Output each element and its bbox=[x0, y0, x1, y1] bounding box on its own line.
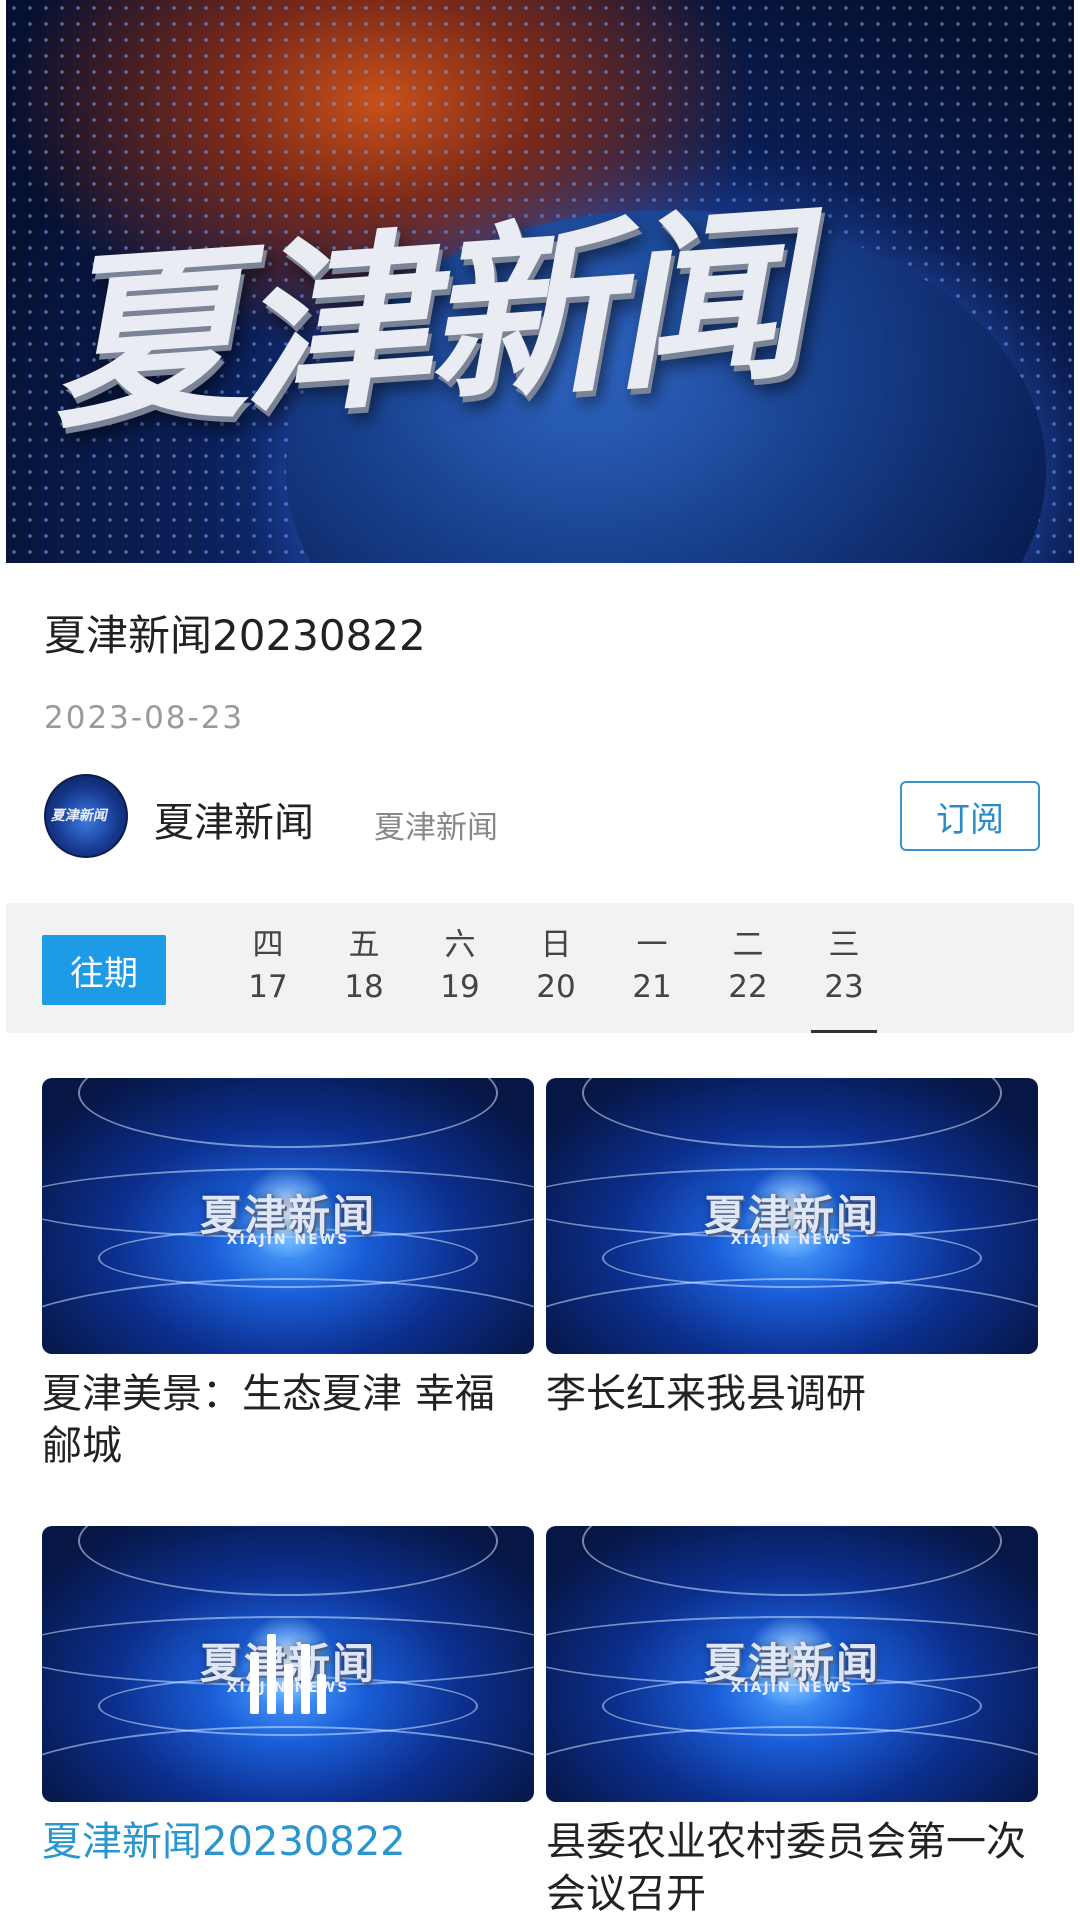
weekday-label: 六 bbox=[444, 927, 476, 963]
day-number: 20 bbox=[536, 969, 576, 1005]
card-title[interactable]: 夏津新闻20230822 bbox=[42, 1816, 534, 1868]
video-card-playing[interactable]: 夏津新闻 XIAJIN NEWS 夏津新闻20230822 bbox=[42, 1526, 534, 1868]
channel-subtitle: 夏津新闻 bbox=[374, 810, 498, 846]
thumb-ring bbox=[582, 1526, 1002, 1596]
hero-title-graphic: 夏津新闻 bbox=[47, 183, 835, 456]
date-item[interactable]: 六 19 bbox=[415, 925, 505, 1033]
date-item[interactable]: 一 21 bbox=[607, 925, 697, 1033]
day-number: 18 bbox=[344, 969, 384, 1005]
weekday-label: 三 bbox=[828, 927, 860, 963]
thumb-ring bbox=[582, 1078, 1002, 1148]
video-thumbnail[interactable]: 夏津新闻 XIAJIN NEWS bbox=[546, 1078, 1038, 1354]
weekday-label: 日 bbox=[540, 927, 572, 963]
video-thumbnail[interactable]: 夏津新闻 XIAJIN NEWS bbox=[42, 1526, 534, 1802]
video-card[interactable]: 夏津新闻 XIAJIN NEWS 李长红来我县调研 bbox=[546, 1078, 1038, 1420]
video-thumbnail[interactable]: 夏津新闻 XIAJIN NEWS bbox=[546, 1526, 1038, 1802]
thumb-logo-en: XIAJIN NEWS bbox=[226, 1232, 350, 1248]
channel-avatar[interactable]: 夏津新闻 bbox=[44, 774, 128, 858]
card-title[interactable]: 夏津美景：生态夏津 幸福鄃城 bbox=[42, 1368, 534, 1472]
thumb-ring bbox=[42, 1726, 534, 1802]
date-item-selected[interactable]: 三 23 bbox=[799, 925, 889, 1033]
card-title[interactable]: 李长红来我县调研 bbox=[546, 1368, 1038, 1420]
date-item[interactable]: 五 18 bbox=[319, 925, 409, 1033]
channel-row: 夏津新闻 夏津新闻 夏津新闻 订阅 bbox=[44, 770, 1040, 860]
card-title[interactable]: 县委农业农村委员会第一次会议召开 bbox=[546, 1816, 1038, 1920]
weekday-label: 四 bbox=[252, 927, 284, 963]
thumb-ring bbox=[546, 1726, 1038, 1802]
thumb-logo-en: XIAJIN NEWS bbox=[730, 1232, 854, 1248]
thumb-ring bbox=[78, 1078, 498, 1148]
video-card[interactable]: 夏津新闻 XIAJIN NEWS 县委农业农村委员会第一次会议召开 bbox=[546, 1526, 1038, 1920]
day-number: 23 bbox=[824, 969, 864, 1005]
day-number: 17 bbox=[248, 969, 288, 1005]
subscribe-button[interactable]: 订阅 bbox=[900, 781, 1040, 851]
weekday-label: 五 bbox=[348, 927, 380, 963]
thumb-ring bbox=[42, 1278, 534, 1354]
past-episodes-button[interactable]: 往期 bbox=[42, 935, 166, 1005]
video-card[interactable]: 夏津新闻 XIAJIN NEWS 夏津美景：生态夏津 幸福鄃城 bbox=[42, 1078, 534, 1472]
date-item[interactable]: 日 20 bbox=[511, 925, 601, 1033]
day-number: 22 bbox=[728, 969, 768, 1005]
video-title: 夏津新闻20230822 bbox=[44, 611, 426, 660]
date-strip: 往期 四 17 五 18 六 19 日 20 一 21 二 22 三 23 bbox=[6, 903, 1074, 1033]
weekday-label: 一 bbox=[636, 927, 668, 963]
weekday-label: 二 bbox=[732, 927, 764, 963]
avatar-logo-text: 夏津新闻 bbox=[50, 808, 110, 824]
date-item[interactable]: 四 17 bbox=[223, 925, 313, 1033]
thumb-ring bbox=[546, 1278, 1038, 1354]
channel-name[interactable]: 夏津新闻 bbox=[154, 790, 314, 848]
day-number: 19 bbox=[440, 969, 480, 1005]
now-playing-icon bbox=[250, 1634, 326, 1714]
day-number: 21 bbox=[632, 969, 672, 1005]
thumb-ring bbox=[78, 1526, 498, 1596]
thumb-logo-en: XIAJIN NEWS bbox=[730, 1680, 854, 1696]
video-thumbnail[interactable]: 夏津新闻 XIAJIN NEWS bbox=[42, 1078, 534, 1354]
video-date: 2023-08-23 bbox=[44, 700, 245, 736]
video-player[interactable]: 夏津新闻 bbox=[6, 0, 1074, 563]
date-item[interactable]: 二 22 bbox=[703, 925, 793, 1033]
